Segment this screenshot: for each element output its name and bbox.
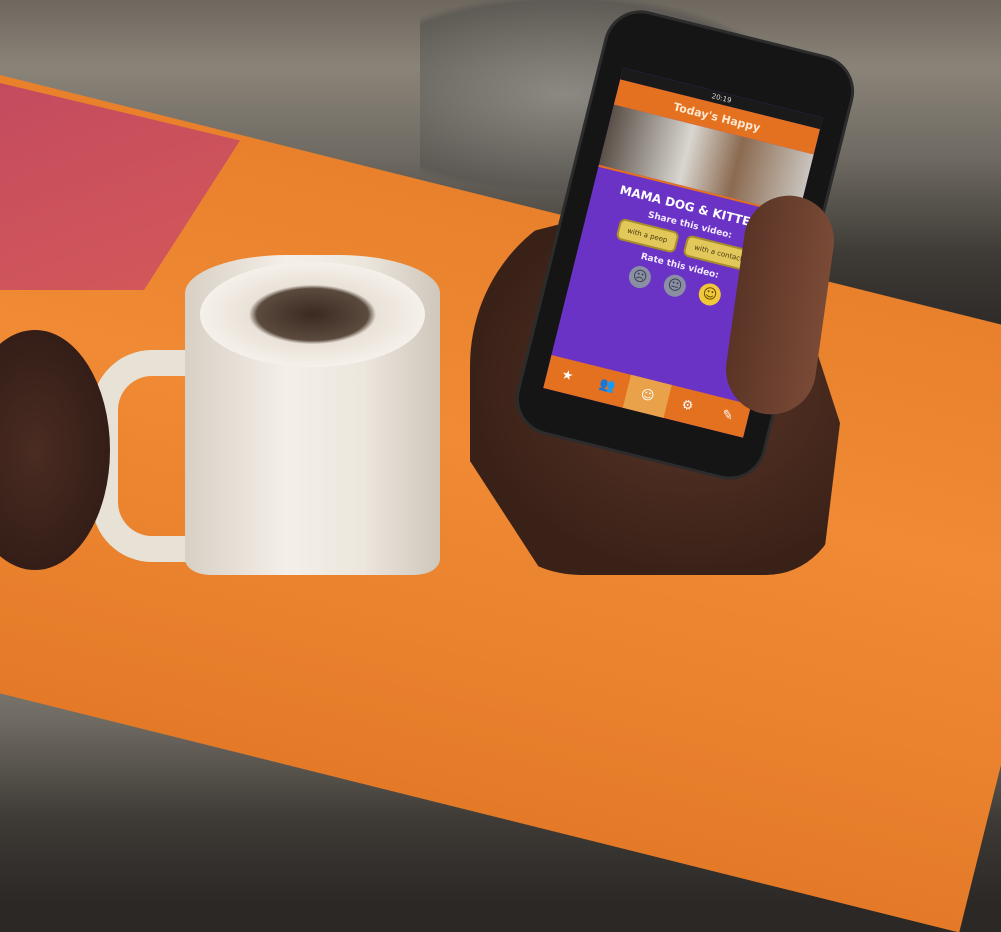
happy-face-icon[interactable]: ☺	[696, 281, 724, 308]
tab-bar: ★ 👥 ☺ ⚙ ✎	[543, 354, 752, 438]
neutral-face-icon[interactable]: 😐	[661, 272, 689, 300]
neutral-face-icon[interactable]: ☹	[626, 263, 654, 291]
mug-rim	[200, 262, 425, 367]
